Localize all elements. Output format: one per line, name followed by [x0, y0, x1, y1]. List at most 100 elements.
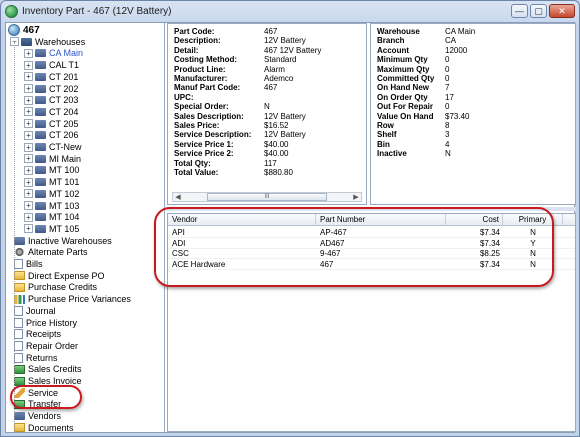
documents-folder-icon — [14, 423, 25, 432]
tree-item-warehouse[interactable]: + MT 104 — [24, 211, 79, 223]
scroll-left-icon[interactable]: ◀ — [173, 193, 183, 201]
detail-label: Account — [377, 45, 409, 55]
tree-item-inactive-warehouses[interactable]: Inactive Warehouses — [14, 235, 112, 247]
tree-item-label: Repair Order — [26, 340, 79, 351]
detail-row: Service Price 2: $40.00 — [174, 149, 288, 158]
tree-item-warehouse[interactable]: + MT 105 — [24, 223, 79, 235]
warehouse-icon — [35, 84, 46, 93]
expand-icon[interactable]: + — [24, 130, 33, 140]
tree-item-sales-credits[interactable]: Sales Credits — [14, 363, 82, 375]
expand-icon[interactable]: + — [24, 212, 33, 222]
warehouse-icon — [35, 107, 46, 116]
detail-value: 117 — [264, 158, 277, 168]
tree-item-label: Journal — [26, 305, 56, 316]
tree-item-warehouse[interactable]: + CT 205 — [24, 118, 78, 130]
detail-value: $40.00 — [264, 149, 289, 159]
expand-icon[interactable]: + — [24, 177, 33, 187]
tree-item-alternate-parts[interactable]: Alternate Parts — [14, 246, 88, 258]
expand-icon[interactable]: + — [24, 107, 33, 117]
tree-item-vendors[interactable]: Vendors — [14, 410, 61, 422]
tree-item-label: 467 — [23, 24, 40, 36]
tree-item-warehouse[interactable]: + CT 202 — [24, 83, 78, 95]
title-bar[interactable]: Inventory Part - 467 (12V Battery) — ▢ ✕ — [1, 1, 579, 21]
detail-value: 12V Battery — [264, 36, 306, 46]
tree-item-warehouse[interactable]: + CT 203 — [24, 94, 78, 106]
tree-item-purchase-credits[interactable]: Purchase Credits — [14, 281, 97, 293]
expand-icon[interactable]: + — [24, 201, 33, 210]
tree-item-bills[interactable]: Bills — [14, 258, 43, 270]
detail-label: Value On Hand — [377, 111, 434, 121]
expand-icon[interactable]: + — [24, 95, 33, 105]
minimize-button[interactable]: — — [511, 4, 528, 18]
tree-item-receipts[interactable]: Receipts — [14, 328, 61, 340]
tree-item-warehouse[interactable]: + CT 201 — [24, 71, 78, 83]
expand-icon[interactable]: + — [24, 224, 33, 234]
tree-item-warehouses[interactable]: − Warehouses — [10, 36, 85, 48]
expand-icon[interactable]: + — [24, 119, 33, 129]
tree-item-purchase-price-variances[interactable]: Purchase Price Variances — [14, 293, 131, 305]
detail-label: Special Order: — [174, 102, 229, 112]
detail-label: Total Qty: — [174, 158, 211, 168]
horizontal-scrollbar[interactable]: ◀ III ▶ — [172, 192, 362, 202]
tree-item-warehouse[interactable]: + MT 100 — [24, 164, 79, 176]
bills-icon — [14, 259, 23, 269]
detail-label: Branch — [377, 36, 405, 46]
detail-label: Costing Method: — [174, 55, 238, 65]
part-details-panel: ◀ III ▶ Part Code: 467 Description: 12V Bat… — [167, 23, 367, 205]
expand-icon[interactable]: + — [24, 84, 33, 93]
tree-item-price-history[interactable]: Price History — [14, 317, 77, 329]
expand-icon[interactable]: + — [24, 189, 33, 199]
close-button[interactable]: ✕ — [549, 4, 575, 18]
expand-icon[interactable]: + — [24, 60, 33, 70]
tree-item-warehouse[interactable]: + MT 102 — [24, 188, 79, 200]
warehouse-icon — [35, 166, 46, 175]
alternate-parts-icon — [14, 247, 25, 258]
tree-item-warehouse[interactable]: + MI Main — [24, 153, 81, 165]
tree-item-label: Warehouses — [35, 36, 86, 47]
warehouse-icon — [35, 143, 46, 151]
tree-item-warehouse[interactable]: + CA Main — [24, 47, 83, 59]
detail-value: 0 — [445, 55, 450, 65]
tree-item-direct-expense-po[interactable]: Direct Expense PO — [14, 270, 105, 282]
tree-item-label: MI Main — [49, 153, 82, 164]
detail-row: Service Price 1: $40.00 — [174, 140, 288, 149]
tree-item-label: Purchase Credits — [28, 282, 98, 293]
part-icon — [8, 24, 20, 36]
expand-icon[interactable]: + — [24, 72, 33, 82]
expand-icon[interactable]: + — [24, 48, 33, 58]
expand-icon[interactable]: + — [24, 165, 33, 175]
tree-item-warehouse[interactable]: + CT 206 — [24, 129, 78, 141]
tree-item-warehouse[interactable]: + MT 101 — [24, 176, 79, 188]
tree-item-label: MT 101 — [49, 177, 80, 188]
tree-root-item[interactable]: 467 — [8, 24, 40, 36]
tree-item-warehouse[interactable]: + CT 204 — [24, 106, 78, 118]
warehouse-icon — [35, 96, 46, 105]
detail-value: 0 — [445, 64, 450, 74]
expand-icon[interactable]: + — [24, 142, 33, 152]
tree-item-documents[interactable]: Documents — [14, 422, 74, 432]
maximize-button[interactable]: ▢ — [530, 4, 547, 18]
expand-icon[interactable]: + — [24, 154, 33, 164]
detail-row: Value On Hand $73.40 — [377, 112, 469, 121]
detail-label: Product Line: — [174, 64, 226, 74]
detail-value: Standard — [264, 55, 297, 65]
tree-item-warehouse[interactable]: + MT 103 — [24, 200, 79, 212]
journal-icon — [14, 305, 23, 316]
tree-item-repair-order[interactable]: Repair Order — [14, 340, 78, 352]
detail-row: Manufacturer: Ademco — [174, 74, 293, 83]
detail-row: Description: 12V Battery — [174, 36, 306, 45]
tree-item-warehouse[interactable]: + CT-New — [24, 141, 82, 153]
detail-label: UPC: — [174, 92, 194, 102]
tree-item-warehouse[interactable]: + CAL T1 — [24, 59, 79, 71]
detail-label: On Hand New — [377, 83, 430, 93]
tree-item-journal[interactable]: Journal — [14, 305, 56, 317]
scroll-thumb[interactable]: III — [207, 193, 327, 201]
warehouse-icon — [35, 72, 46, 81]
tree-item-returns[interactable]: Returns — [14, 352, 58, 364]
scroll-right-icon[interactable]: ▶ — [351, 193, 361, 201]
tree-item-label: MT 102 — [49, 188, 80, 199]
warehouse-icon — [35, 201, 46, 210]
warehouse-icon — [35, 154, 46, 163]
tree-item-label: MT 103 — [49, 200, 80, 211]
detail-value: 0 — [445, 74, 450, 83]
